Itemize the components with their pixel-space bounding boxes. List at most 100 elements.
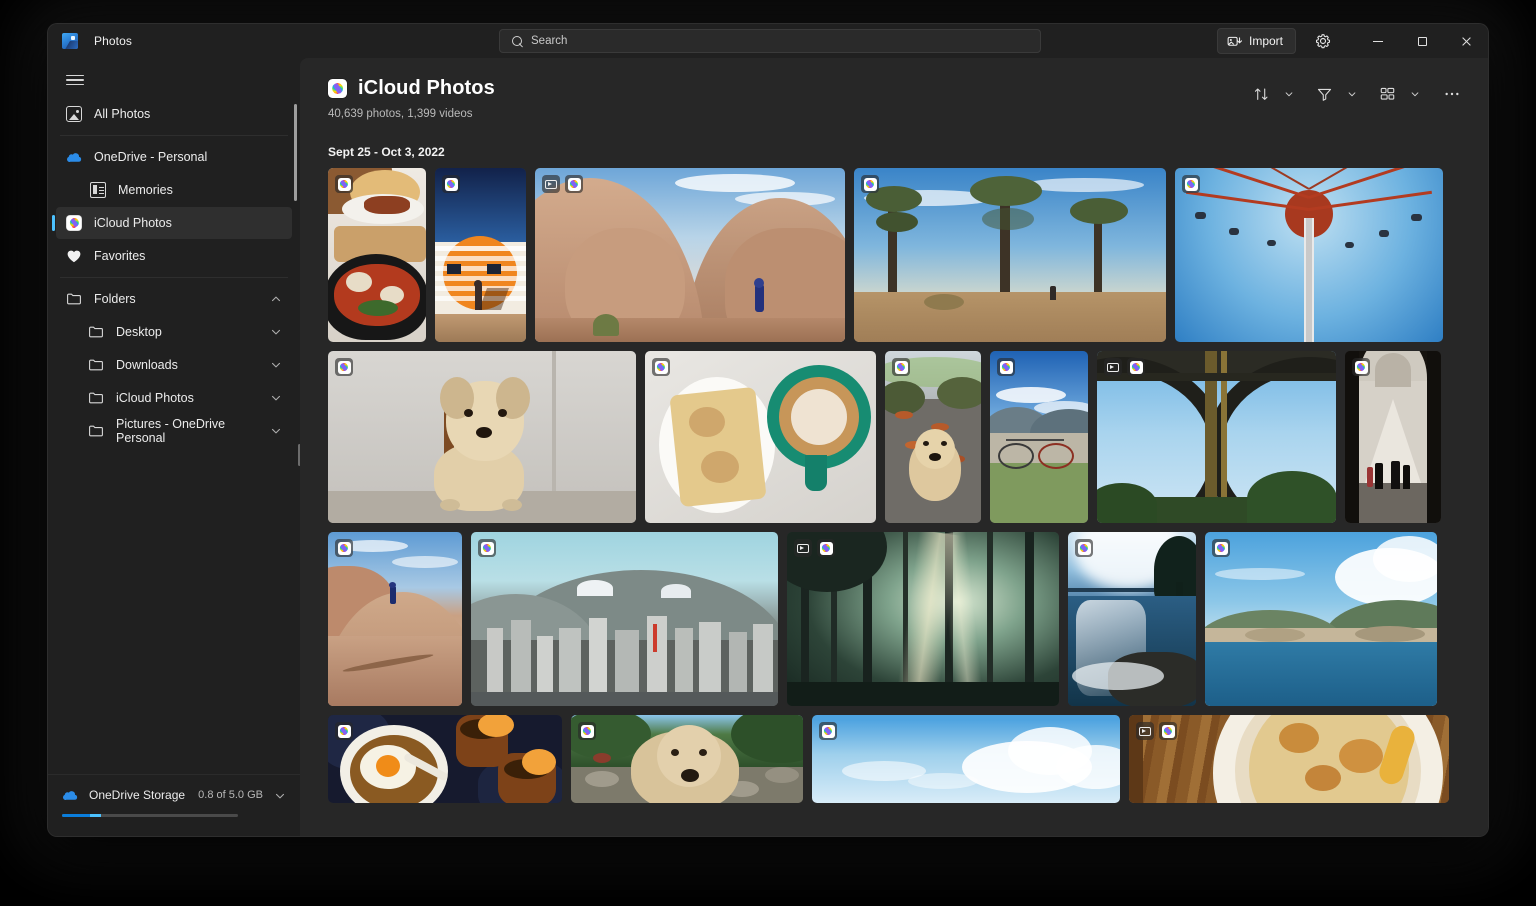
photo-thumbnail — [854, 168, 1166, 342]
chevron-down-icon[interactable] — [270, 392, 282, 404]
icloud-badge-icon — [1159, 722, 1177, 740]
photo-thumbnail — [1129, 715, 1449, 803]
photo-badges — [1212, 539, 1230, 557]
photo-tile[interactable] — [645, 351, 876, 523]
settings-button[interactable] — [1308, 27, 1338, 55]
photo-count-subtitle: 40,639 photos, 1,399 videos — [328, 108, 473, 120]
sidebar-item-favorites[interactable]: Favorites — [56, 240, 292, 272]
chevron-down-icon[interactable] — [270, 425, 282, 437]
icloud-badge-icon — [1127, 358, 1145, 376]
photo-badges — [861, 175, 879, 193]
photo-thumbnail — [435, 168, 526, 342]
photo-row — [328, 351, 1488, 523]
photo-badges — [1136, 722, 1177, 740]
photo-tile[interactable] — [471, 532, 778, 706]
photo-tile[interactable] — [787, 532, 1059, 706]
photo-thumbnail — [328, 168, 426, 342]
photo-badges — [335, 358, 353, 376]
sidebar-item-icloud-photos[interactable]: iCloud Photos — [52, 207, 292, 239]
video-badge-icon — [1104, 358, 1122, 376]
filter-button[interactable] — [1310, 80, 1339, 108]
sidebar-item-label: iCloud Photos — [116, 391, 194, 405]
sidebar-item-label: Pictures - OneDrive Personal — [116, 417, 226, 445]
gear-icon — [1316, 34, 1331, 49]
sort-dropdown-button[interactable] — [1278, 80, 1300, 108]
photo-badges — [892, 358, 910, 376]
import-photo-icon — [1227, 36, 1242, 46]
photo-tile[interactable] — [1129, 715, 1449, 803]
sidebar-item-all-photos[interactable]: All Photos — [56, 98, 292, 130]
photo-badges — [652, 358, 670, 376]
photo-tile[interactable] — [571, 715, 803, 803]
photo-tile[interactable] — [328, 351, 636, 523]
sidebar-item-label: All Photos — [94, 107, 151, 121]
photo-tile[interactable] — [435, 168, 526, 342]
photo-tile[interactable] — [1175, 168, 1443, 342]
sidebar-item-folder-icloud-photos[interactable]: iCloud Photos — [56, 382, 292, 414]
photo-row — [328, 715, 1488, 803]
chevron-down-icon — [1411, 92, 1419, 97]
video-badge-icon — [794, 539, 812, 557]
photo-tile[interactable] — [328, 715, 562, 803]
photo-badges — [1104, 358, 1145, 376]
minimize-button[interactable] — [1356, 24, 1400, 58]
photo-tile[interactable] — [854, 168, 1166, 342]
sidebar-item-onedrive-personal[interactable]: OneDrive - Personal — [56, 141, 292, 173]
import-button-label: Import — [1248, 34, 1283, 48]
photo-thumbnail — [571, 715, 803, 803]
photo-thumbnail — [787, 532, 1059, 706]
chevron-down-icon[interactable] — [270, 359, 282, 371]
photo-tile[interactable] — [812, 715, 1120, 803]
more-options-button[interactable] — [1438, 80, 1466, 108]
navigation-menu-button[interactable] — [58, 63, 92, 97]
maximize-icon — [1417, 36, 1427, 46]
chevron-down-icon[interactable] — [270, 326, 282, 338]
view-toolbar — [1247, 80, 1466, 108]
icloud-badge-icon — [1352, 358, 1370, 376]
sidebar-item-folders[interactable]: Folders — [56, 283, 292, 315]
photo-thumbnail — [1068, 532, 1196, 706]
folder-icon — [88, 324, 104, 340]
photo-thumbnail — [328, 532, 462, 706]
photo-tile[interactable] — [328, 532, 462, 706]
sidebar-item-desktop[interactable]: Desktop — [56, 316, 292, 348]
photo-thumbnail — [1205, 532, 1437, 706]
import-button[interactable]: Import — [1216, 28, 1296, 54]
photo-tile[interactable] — [1345, 351, 1441, 523]
storage-row: OneDrive Storage 0.8 of 5.0 GB — [62, 787, 286, 803]
sidebar-item-downloads[interactable]: Downloads — [56, 349, 292, 381]
photo-thumbnail — [1097, 351, 1336, 523]
search-input[interactable]: Search — [499, 29, 1041, 53]
maximize-button[interactable] — [1400, 24, 1444, 58]
icloud-badge-icon — [335, 358, 353, 376]
sort-button[interactable] — [1247, 80, 1276, 108]
filter-dropdown-button[interactable] — [1341, 80, 1363, 108]
chevron-up-icon[interactable] — [270, 293, 282, 305]
photo-tile[interactable] — [885, 351, 981, 523]
photo-tile[interactable] — [535, 168, 845, 342]
search-icon — [512, 35, 523, 47]
page-title-row: iCloud Photos — [328, 77, 495, 100]
photo-thumbnail — [1345, 351, 1441, 523]
folder-icon — [88, 423, 104, 439]
sidebar-item-memories[interactable]: Memories — [56, 174, 292, 206]
photo-tile[interactable] — [1205, 532, 1437, 706]
photo-tile[interactable] — [1068, 532, 1196, 706]
sidebar-scrollbar-thumb[interactable] — [294, 104, 297, 201]
onedrive-storage-panel[interactable]: OneDrive Storage 0.8 of 5.0 GB — [48, 774, 300, 836]
sidebar-item-pictures-onedrive-personal[interactable]: Pictures - OneDrive Personal — [56, 415, 292, 447]
photo-tile[interactable] — [990, 351, 1088, 523]
ellipsis-icon — [1445, 92, 1459, 96]
photo-tile[interactable] — [1097, 351, 1336, 523]
minimize-icon — [1373, 40, 1383, 42]
page-title: iCloud Photos — [358, 77, 495, 99]
layout-grid-icon — [1380, 87, 1395, 100]
chevron-down-icon[interactable] — [274, 789, 286, 801]
photo-tile[interactable] — [328, 168, 426, 342]
layout-dropdown-button[interactable] — [1404, 80, 1426, 108]
photo-thumbnail — [328, 715, 562, 803]
layout-button[interactable] — [1373, 80, 1402, 108]
chevron-down-icon — [1348, 92, 1356, 97]
close-button[interactable] — [1444, 24, 1488, 58]
memories-icon — [90, 182, 106, 198]
